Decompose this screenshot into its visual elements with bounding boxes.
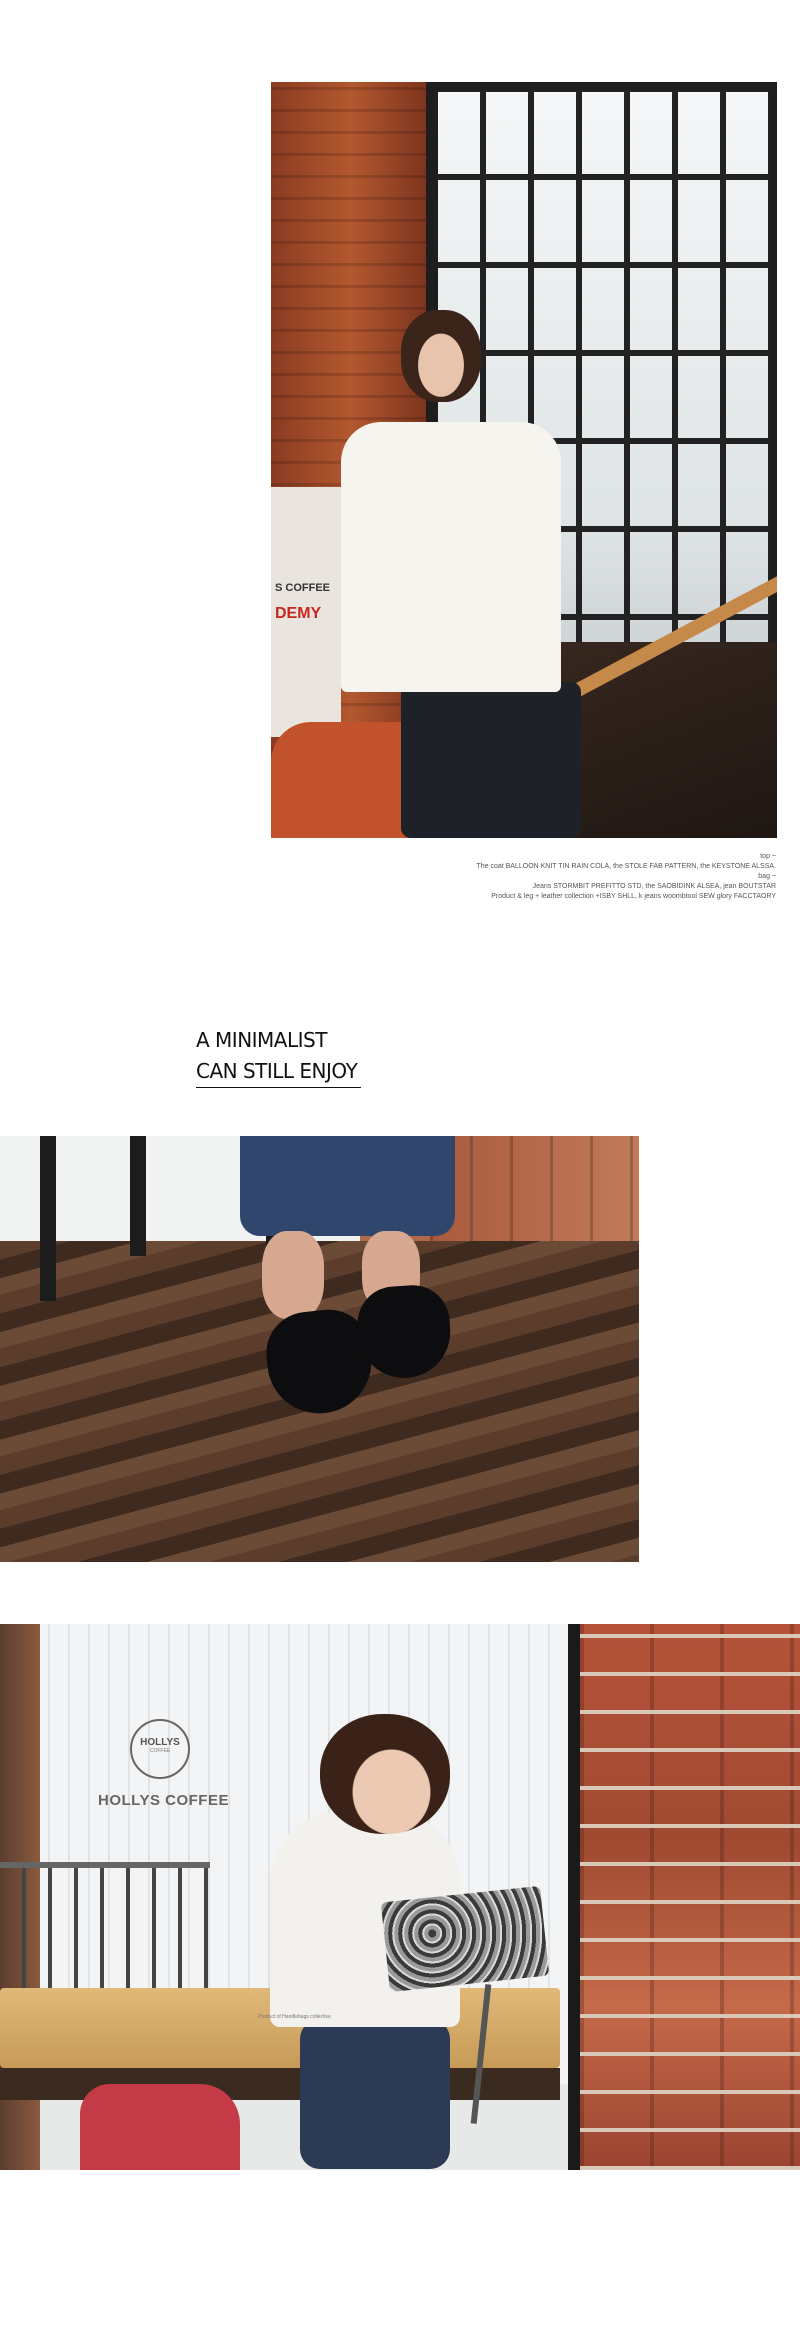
- hollys-logo: HOLLYS COFFEE: [130, 1719, 190, 1779]
- model-jeans: [401, 682, 581, 838]
- caption-line: Product & leg + leather collection +ISBY…: [491, 893, 776, 900]
- caption-line: Jeans STORMBIT PREFITTO STD, the SAOBIDI…: [532, 883, 776, 890]
- headline-line-1: A MINIMALIST: [196, 1028, 327, 1052]
- logo-main-text: HOLLYS: [140, 1737, 180, 1748]
- left-ankle: [262, 1231, 324, 1319]
- model-jeans: [300, 2019, 450, 2169]
- model-head: [401, 310, 481, 402]
- bar-stool-leg: [130, 1136, 146, 1256]
- model-head: [320, 1714, 450, 1834]
- coffee-sign-text: S COFFEE: [275, 582, 331, 594]
- snakeskin-bag: [380, 1885, 550, 1993]
- headline: A MINIMALIST CAN STILL ENJOY: [196, 1025, 362, 1088]
- photo-shoes: [0, 1136, 639, 1562]
- caption-line: bag ~: [758, 873, 776, 880]
- coffee-sign-red-text: DEMY: [275, 605, 322, 622]
- caption-line: The coat BALLOON KNIT TIN RAIN COLA, the…: [476, 863, 776, 870]
- jeans: [240, 1136, 455, 1236]
- photo-woman-at-window: S COFFEE DEMY: [271, 82, 777, 838]
- photo-caption: top ~ The coat BALLOON KNIT TIN RAIN COL…: [476, 852, 776, 902]
- photo-cafe-bench: HOLLYS COFFEE HOLLYS COFFEE Product of H…: [0, 1624, 800, 2170]
- red-cloth: [80, 2084, 240, 2170]
- hollys-wordmark: HOLLYS COFFEE: [98, 1792, 229, 1809]
- headline-line-2: CAN STILL ENJOY: [196, 1056, 362, 1088]
- caption-line: top ~: [760, 853, 776, 860]
- model-white-top: [341, 422, 561, 692]
- coffee-sign: S COFFEE DEMY: [271, 487, 341, 737]
- small-print: Product of Handlebags collective: [258, 2014, 331, 2020]
- logo-sub-text: COFFEE: [149, 1748, 171, 1754]
- brick-wall: [430, 1136, 639, 1241]
- brick-wall: [580, 1624, 800, 2170]
